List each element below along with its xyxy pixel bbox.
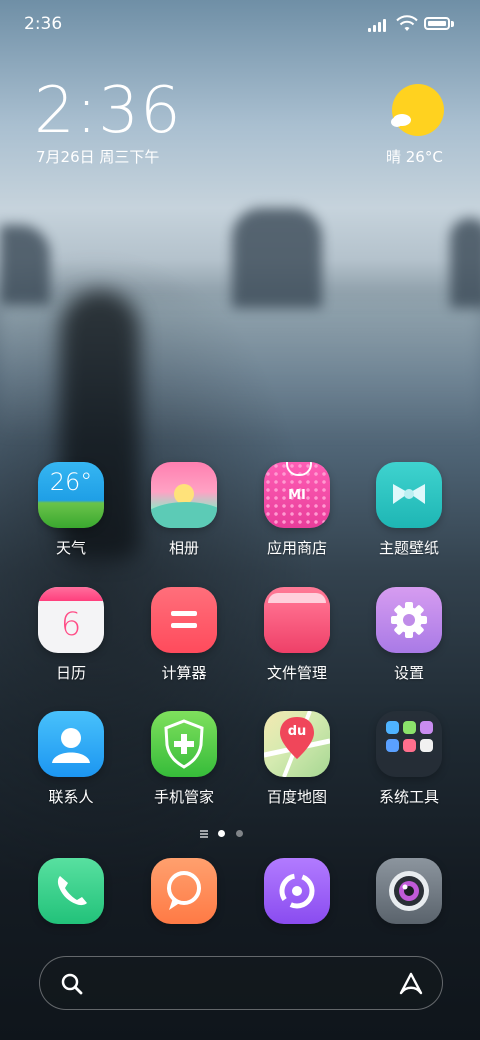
app-label: 设置 xyxy=(393,664,424,682)
search-bar[interactable] xyxy=(39,956,443,1010)
gallery-icon xyxy=(151,462,217,528)
menu-lines-icon xyxy=(200,830,208,838)
app-label: 主题壁纸 xyxy=(378,539,439,557)
file-manager-icon xyxy=(264,587,330,653)
system-tools-folder-icon xyxy=(376,711,442,777)
browser-icon xyxy=(264,858,330,924)
phone-icon xyxy=(38,858,104,924)
app-contacts[interactable]: 联系人 xyxy=(21,711,121,807)
settings-gear-icon xyxy=(376,587,442,653)
app-gallery[interactable]: 相册 xyxy=(134,462,234,558)
page-dot xyxy=(236,830,243,837)
baidu-map-icon: du xyxy=(264,711,330,777)
clock-date: 7月26日 周三下午 xyxy=(36,148,160,166)
app-label: 天气 xyxy=(55,539,86,557)
wallpaper-rock xyxy=(0,225,50,305)
status-bar: 2:36 xyxy=(0,0,480,48)
dock-messages[interactable] xyxy=(134,858,234,924)
app-label: 相册 xyxy=(168,539,199,557)
page-dot-active xyxy=(218,830,225,837)
app-calculator[interactable]: 计算器 xyxy=(134,587,234,683)
sun-cloud-icon[interactable] xyxy=(390,84,444,138)
clock-time[interactable]: 2:36 xyxy=(34,76,182,146)
app-system-tools-folder[interactable]: 系统工具 xyxy=(359,711,459,807)
calendar-icon: 6 xyxy=(38,587,104,653)
messages-icon xyxy=(151,858,217,924)
app-security[interactable]: 手机管家 xyxy=(134,711,234,807)
app-label: 百度地图 xyxy=(266,788,327,806)
app-themes[interactable]: 主题壁纸 xyxy=(359,462,459,558)
app-calendar[interactable]: 6 日历 xyxy=(21,587,121,683)
app-weather[interactable]: 26° 天气 xyxy=(21,462,121,558)
battery-icon xyxy=(424,17,450,30)
dock-phone[interactable] xyxy=(21,858,121,924)
wifi-icon xyxy=(396,15,418,31)
page-indicator[interactable] xyxy=(0,830,480,840)
app-file-manager[interactable]: 文件管理 xyxy=(247,587,347,683)
dock-browser[interactable] xyxy=(247,858,347,924)
security-shield-icon xyxy=(151,711,217,777)
app-label: 系统工具 xyxy=(378,788,439,806)
assistant-icon[interactable] xyxy=(397,971,425,997)
themes-icon xyxy=(376,462,442,528)
app-label: 应用商店 xyxy=(266,539,327,557)
app-baidu-map[interactable]: du 百度地图 xyxy=(247,711,347,807)
app-label: 文件管理 xyxy=(266,664,327,682)
wallpaper-rock xyxy=(450,218,480,308)
weather-text: 晴 26°C xyxy=(386,148,443,166)
app-label: 计算器 xyxy=(161,664,207,682)
calculator-icon xyxy=(151,587,217,653)
app-settings[interactable]: 设置 xyxy=(359,587,459,683)
camera-icon xyxy=(376,858,442,924)
app-label: 联系人 xyxy=(48,788,94,806)
contacts-icon xyxy=(38,711,104,777)
status-time: 2:36 xyxy=(24,14,63,34)
signal-icon xyxy=(368,18,390,32)
weather-icon: 26° xyxy=(38,462,104,528)
wallpaper-rock xyxy=(232,208,322,308)
app-label: 日历 xyxy=(55,664,86,682)
search-icon xyxy=(61,973,83,995)
app-label: 手机管家 xyxy=(153,788,214,806)
app-store[interactable]: MI 应用商店 xyxy=(247,462,347,558)
app-store-icon: MI xyxy=(264,462,330,528)
dock-camera[interactable] xyxy=(359,858,459,924)
